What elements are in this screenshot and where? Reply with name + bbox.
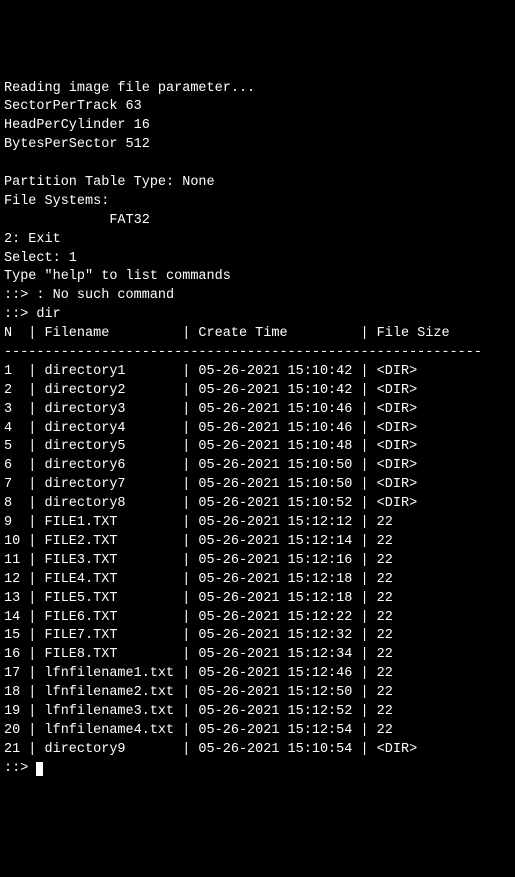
line-ptt: Partition Table Type: None bbox=[4, 175, 215, 190]
line-help: Type "help" to list commands bbox=[4, 269, 231, 284]
prompt[interactable]: ::> bbox=[4, 761, 43, 776]
table-body: 1 | directory1 | 05-26-2021 15:10:42 | <… bbox=[4, 364, 417, 757]
line-fs-label: File Systems: bbox=[4, 194, 109, 209]
cursor-icon bbox=[36, 762, 43, 776]
separator: ----------------------------------------… bbox=[4, 345, 482, 360]
prompt-text: ::> bbox=[4, 761, 36, 776]
line-exit: 2: Exit bbox=[4, 232, 61, 247]
line-fs-val: FAT32 bbox=[4, 213, 150, 228]
line-hpc: HeadPerCylinder 16 bbox=[4, 118, 150, 133]
line-reading: Reading image file parameter... bbox=[4, 81, 255, 96]
line-dir-cmd: ::> dir bbox=[4, 307, 61, 322]
line-spt: SectorPerTrack 63 bbox=[4, 99, 142, 114]
line-select: Select: 1 bbox=[4, 251, 77, 266]
line-bps: BytesPerSector 512 bbox=[4, 137, 150, 152]
terminal-output: Reading image file parameter... SectorPe… bbox=[4, 80, 511, 779]
line-nosuch: ::> : No such command bbox=[4, 288, 174, 303]
table-header: N | Filename | Create Time | File Size bbox=[4, 326, 450, 341]
